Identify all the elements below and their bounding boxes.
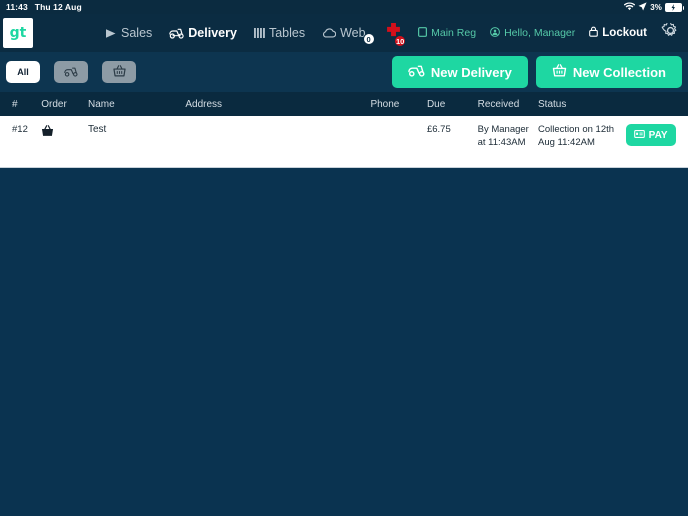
- app-header: gt Sales Delivery Tables Web 0 10 Main R…: [0, 14, 688, 52]
- column-header-number: #: [12, 98, 18, 110]
- row-order-number: #12: [12, 124, 28, 135]
- nav-label-delivery: Delivery: [188, 26, 237, 40]
- row-due-amount: £6.75: [426, 124, 451, 135]
- orders-table-body: #12 Test £6.75 By Manager at 11:43AM Col…: [0, 116, 688, 168]
- column-header-status: Status: [538, 98, 567, 110]
- ios-status-bar: 11:43 Thu 12 Aug 3%: [0, 0, 688, 14]
- lock-icon: [589, 26, 599, 40]
- status-bar-date: Thu 12 Aug: [34, 2, 82, 12]
- filter-collection-button[interactable]: [102, 61, 136, 83]
- orders-table-header: # Order Name Address Phone Due Received …: [0, 92, 688, 116]
- nav-item-tables[interactable]: Tables: [253, 26, 306, 40]
- nav-label-tables: Tables: [268, 26, 306, 40]
- filters-toolbar: All New Delivery New Collection: [0, 52, 688, 92]
- settings-button[interactable]: [661, 21, 680, 45]
- column-header-due: Due: [426, 98, 446, 110]
- row-order-type: [41, 124, 88, 142]
- new-delivery-label: New Delivery: [430, 64, 512, 80]
- moped-icon: [408, 65, 425, 80]
- app-root: 11:43 Thu 12 Aug 3% gt Sales Delivery Ta…: [0, 0, 688, 516]
- row-customer-name: Test: [87, 124, 107, 135]
- lockout-label: Lockout: [602, 27, 647, 39]
- location-arrow-icon: [638, 1, 647, 13]
- row-received: By Manager at 11:43AM: [477, 124, 529, 148]
- pay-button[interactable]: PAY: [625, 124, 676, 146]
- column-header-name: Name: [87, 98, 115, 110]
- web-badge-count: 0: [362, 33, 375, 45]
- wifi-icon: [623, 1, 636, 13]
- filter-delivery-button[interactable]: [54, 61, 88, 83]
- user-greeting-label: Hello, Manager: [504, 27, 576, 39]
- register-icon: [418, 26, 428, 40]
- app-logo[interactable]: gt: [3, 18, 33, 48]
- status-bar-left: 11:43 Thu 12 Aug: [6, 2, 82, 12]
- status-bar-right: 3%: [623, 1, 684, 13]
- tables-grid-icon: [253, 28, 265, 38]
- header-right-group: 10 Main Reg Hello, Manager Lockout: [385, 21, 688, 47]
- play-triangle-icon: [105, 28, 117, 39]
- basket-icon: [41, 124, 54, 142]
- register-selector[interactable]: Main Reg: [418, 26, 477, 40]
- new-delivery-button[interactable]: New Delivery: [391, 56, 528, 88]
- nav-label-sales: Sales: [121, 26, 153, 40]
- pay-label: PAY: [648, 129, 668, 141]
- moped-icon: [64, 65, 78, 80]
- nav-item-web[interactable]: Web 0: [322, 26, 375, 45]
- status-bar-time: 11:43: [6, 2, 28, 12]
- gear-icon: [661, 21, 680, 45]
- main-nav: Sales Delivery Tables Web 0: [105, 26, 375, 45]
- table-row[interactable]: #12 Test £6.75 By Manager at 11:43AM Col…: [0, 116, 688, 168]
- battery-percent: 3%: [650, 2, 662, 12]
- nav-label-web: Web: [340, 26, 366, 40]
- orders-empty-area: [0, 168, 688, 516]
- register-label: Main Reg: [431, 27, 477, 39]
- alerts-badge-count: 10: [394, 35, 407, 47]
- nav-item-sales[interactable]: Sales: [105, 26, 152, 40]
- column-header-received: Received: [477, 98, 520, 110]
- row-pay-cell: PAY: [625, 124, 688, 146]
- filter-all-button[interactable]: All: [6, 61, 40, 83]
- basket-icon: [552, 64, 567, 80]
- card-icon: [633, 129, 645, 141]
- cloud-icon: [322, 28, 337, 38]
- new-collection-label: New Collection: [572, 64, 666, 80]
- user-circle-icon: [490, 26, 500, 40]
- nav-item-delivery[interactable]: Delivery: [169, 26, 237, 40]
- column-header-phone: Phone: [370, 98, 400, 110]
- alerts-button[interactable]: 10: [385, 22, 407, 47]
- battery-charging-icon: [665, 2, 684, 12]
- column-header-order: Order: [41, 98, 67, 110]
- column-header-address: Address: [185, 98, 223, 110]
- lockout-button[interactable]: Lockout: [589, 26, 647, 40]
- toolbar-actions: New Delivery New Collection: [391, 56, 682, 88]
- row-status: Collection on 12th Aug 11:42AM: [538, 124, 615, 148]
- basket-icon: [112, 64, 126, 80]
- moped-icon: [169, 28, 184, 39]
- new-collection-button[interactable]: New Collection: [535, 56, 682, 88]
- user-greeting[interactable]: Hello, Manager: [490, 26, 576, 40]
- order-type-filters: All: [6, 61, 136, 83]
